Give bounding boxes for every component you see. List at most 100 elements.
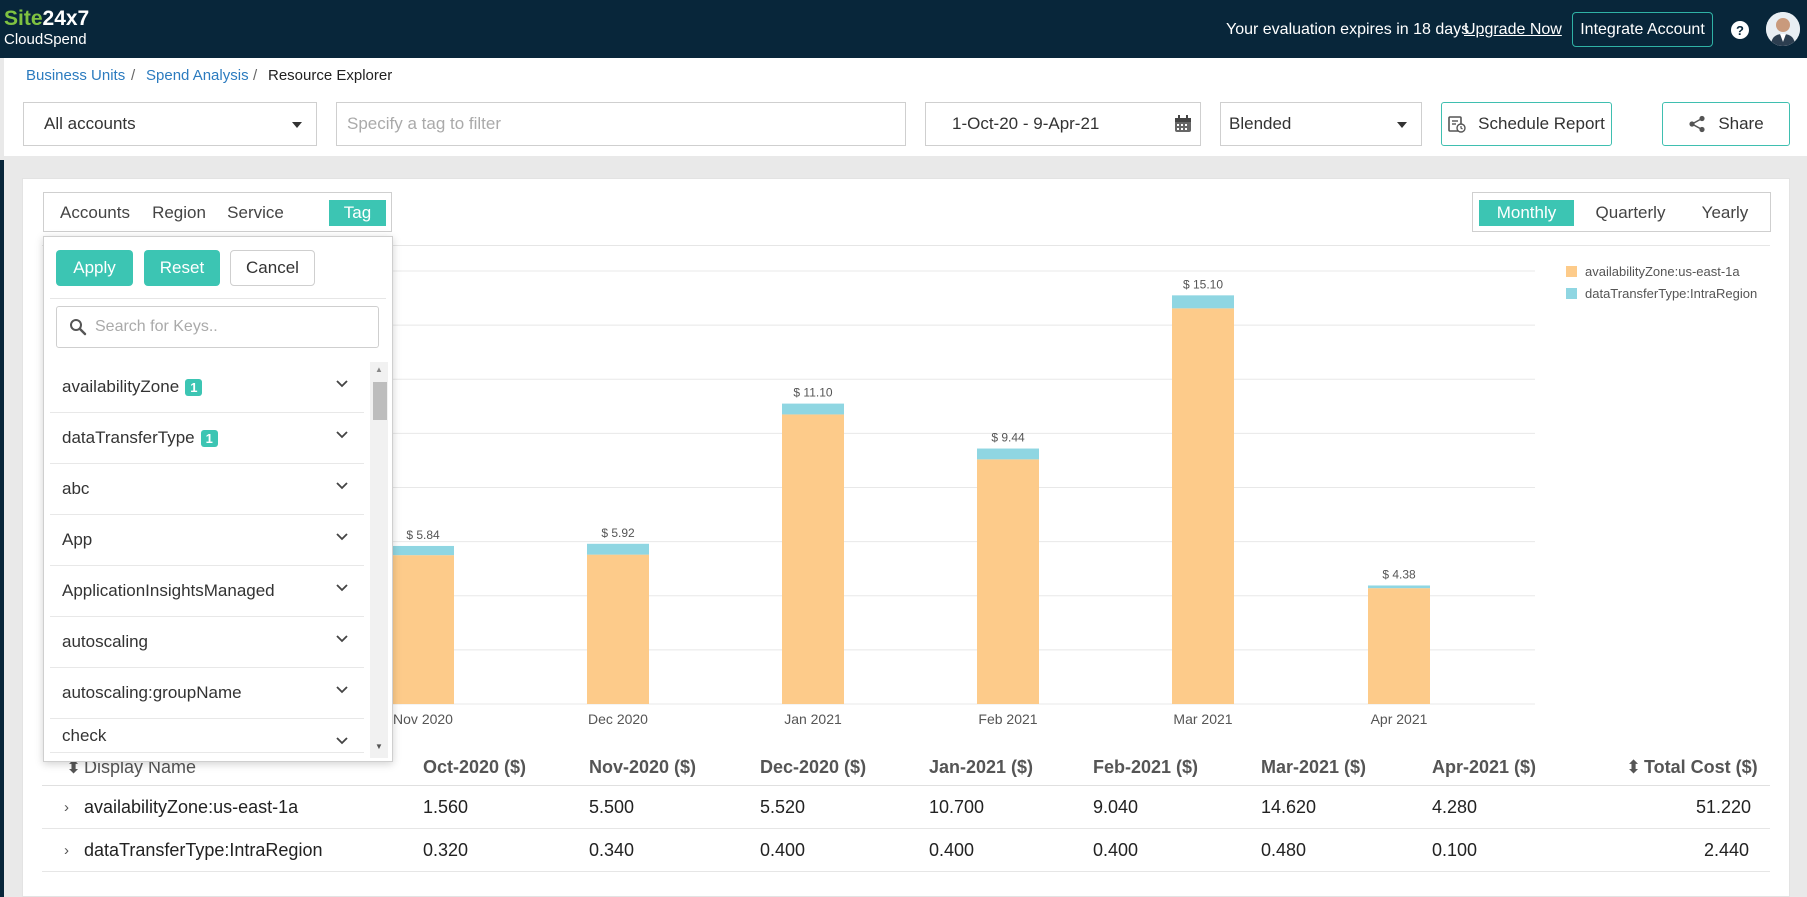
chevron-down-icon[interactable] <box>336 584 348 592</box>
date-range-value: 1-Oct-20 - 9-Apr-21 <box>952 114 1100 133</box>
top-bar: Site24x7 CloudSpend Your evaluation expi… <box>0 0 1807 58</box>
tag-key-item[interactable]: autoscaling:groupName <box>50 668 364 719</box>
col-dec-2020[interactable]: Dec-2020 ($) <box>760 757 866 778</box>
tab-monthly[interactable]: Monthly <box>1479 200 1574 226</box>
tag-key-item[interactable]: dataTransferType 1 <box>50 413 364 464</box>
tag-key-item[interactable]: autoscaling <box>50 617 364 668</box>
cell-value: 0.100 <box>1432 840 1478 860</box>
user-avatar[interactable] <box>1766 12 1800 46</box>
scrollbar-thumb[interactable] <box>373 382 387 420</box>
scroll-up-icon[interactable]: ▲ <box>375 365 383 374</box>
cell-value: 5.500 <box>589 797 635 817</box>
tag-key-name: App <box>62 530 93 549</box>
tag-key-name: availabilityZone <box>62 377 180 396</box>
chevron-down-icon[interactable] <box>336 431 348 439</box>
caret-down-icon <box>292 122 302 128</box>
share-button[interactable]: Share <box>1662 102 1790 146</box>
apply-button[interactable]: Apply <box>56 250 133 286</box>
legend-item[interactable]: dataTransferType:IntraRegion <box>1566 282 1757 304</box>
group-by-tabs: Accounts Region Service Tag <box>43 192 392 232</box>
breadcrumb-separator: / <box>131 67 136 84</box>
col-total-cost[interactable]: Total Cost ($) <box>1644 757 1758 778</box>
logo-24x7-text: 24x7 <box>42 7 90 30</box>
cell-value: 0.320 <box>423 840 469 860</box>
cell-total: 51.220 <box>1696 797 1752 817</box>
tab-tag[interactable]: Tag <box>329 200 386 226</box>
tag-key-name: autoscaling:groupName <box>62 683 242 702</box>
cost-type-select[interactable]: Blended <box>1220 102 1422 146</box>
accounts-select[interactable]: All accounts <box>23 102 317 146</box>
col-apr-2021[interactable]: Apr-2021 ($) <box>1432 757 1536 778</box>
chevron-down-icon[interactable] <box>336 686 348 694</box>
cell-value: 0.340 <box>589 840 635 860</box>
legend-label: dataTransferType:IntraRegion <box>1585 285 1758 301</box>
cell-value: 0.480 <box>1261 840 1307 860</box>
evaluation-notice: Your evaluation expires in 18 days <box>1226 21 1470 38</box>
tag-key-item[interactable]: check <box>50 719 364 753</box>
tag-filter-input[interactable]: Specify a tag to filter <box>336 102 906 146</box>
legend-label: availabilityZone:us-east-1a <box>1585 263 1740 279</box>
search-icon <box>70 319 87 336</box>
reset-button[interactable]: Reset <box>144 250 220 286</box>
legend-swatch <box>1566 265 1577 277</box>
tab-yearly[interactable]: Yearly <box>1688 200 1762 226</box>
breadcrumb-business-units[interactable]: Business Units <box>26 67 125 84</box>
help-icon[interactable]: ? <box>1731 21 1749 39</box>
tab-accounts[interactable]: Accounts <box>54 200 136 226</box>
tag-key-name: abc <box>62 479 90 498</box>
cancel-button[interactable]: Cancel <box>230 250 315 286</box>
col-nov-2020[interactable]: Nov-2020 ($) <box>589 757 696 778</box>
expand-row-icon[interactable]: › <box>64 842 69 859</box>
cell-value: 10.700 <box>929 797 985 817</box>
tab-service[interactable]: Service <box>220 200 291 226</box>
search-keys-input[interactable]: Search for Keys.. <box>56 306 379 348</box>
cell-value: 14.620 <box>1261 797 1317 817</box>
cost-type-value: Blended <box>1229 114 1292 133</box>
schedule-report-button[interactable]: Schedule Report <box>1441 102 1612 146</box>
tag-key-item[interactable]: abc <box>50 464 364 515</box>
chevron-down-icon[interactable] <box>336 635 348 643</box>
upgrade-now-link[interactable]: Upgrade Now <box>1464 21 1562 39</box>
col-oct-2020[interactable]: Oct-2020 ($) <box>423 757 526 778</box>
cell-value: 0.400 <box>760 840 806 860</box>
chevron-down-icon[interactable] <box>336 482 348 490</box>
search-keys-placeholder: Search for Keys.. <box>95 318 218 335</box>
logo-site-text: Site <box>4 7 43 30</box>
breadcrumb-spend-analysis[interactable]: Spend Analysis <box>146 67 249 84</box>
product-name: CloudSpend <box>4 31 87 48</box>
cell-value: 1.560 <box>423 797 469 817</box>
period-tabs: Monthly Quarterly Yearly <box>1472 192 1771 232</box>
avatar-icon <box>1766 12 1800 46</box>
tag-key-item[interactable]: ApplicationInsightsManaged <box>50 566 364 617</box>
legend-item[interactable]: availabilityZone:us-east-1a <box>1566 260 1757 282</box>
tag-key-item[interactable]: availabilityZone 1 <box>50 362 364 413</box>
tab-quarterly[interactable]: Quarterly <box>1583 200 1678 226</box>
scroll-down-icon[interactable]: ▼ <box>375 742 383 751</box>
schedule-report-label: Schedule Report <box>1478 114 1605 133</box>
col-jan-2021[interactable]: Jan-2021 ($) <box>929 757 1033 778</box>
caret-down-icon <box>1397 122 1407 128</box>
table-row[interactable] <box>42 786 1770 829</box>
row-name: availabilityZone:us-east-1a <box>84 797 299 817</box>
chart-legend: availabilityZone:us-east-1a dataTransfer… <box>1566 260 1757 304</box>
cell-total: 2.440 <box>1704 840 1750 860</box>
tag-filter-placeholder: Specify a tag to filter <box>347 114 502 133</box>
integrate-account-button[interactable]: Integrate Account <box>1572 12 1713 47</box>
col-feb-2021[interactable]: Feb-2021 ($) <box>1093 757 1198 778</box>
sort-icon[interactable]: ⬍ <box>1626 757 1641 778</box>
tag-key-item[interactable]: App <box>50 515 364 566</box>
chevron-down-icon[interactable] <box>336 533 348 541</box>
share-label: Share <box>1718 114 1764 133</box>
expand-row-icon[interactable]: › <box>64 799 69 816</box>
cell-value: 5.520 <box>760 797 806 817</box>
col-mar-2021[interactable]: Mar-2021 ($) <box>1261 757 1366 778</box>
scrollbar[interactable] <box>370 362 388 758</box>
schedule-report-icon <box>1448 116 1466 133</box>
chevron-down-icon[interactable] <box>336 737 348 745</box>
date-range-picker[interactable]: 1-Oct-20 - 9-Apr-21 <box>925 102 1201 146</box>
breadcrumb-separator: / <box>253 67 258 84</box>
cell-value: 4.280 <box>1432 797 1478 817</box>
site24x7-logo[interactable]: Site24x7 CloudSpend <box>4 8 89 47</box>
tab-region[interactable]: Region <box>147 200 211 226</box>
chevron-down-icon[interactable] <box>336 380 348 388</box>
